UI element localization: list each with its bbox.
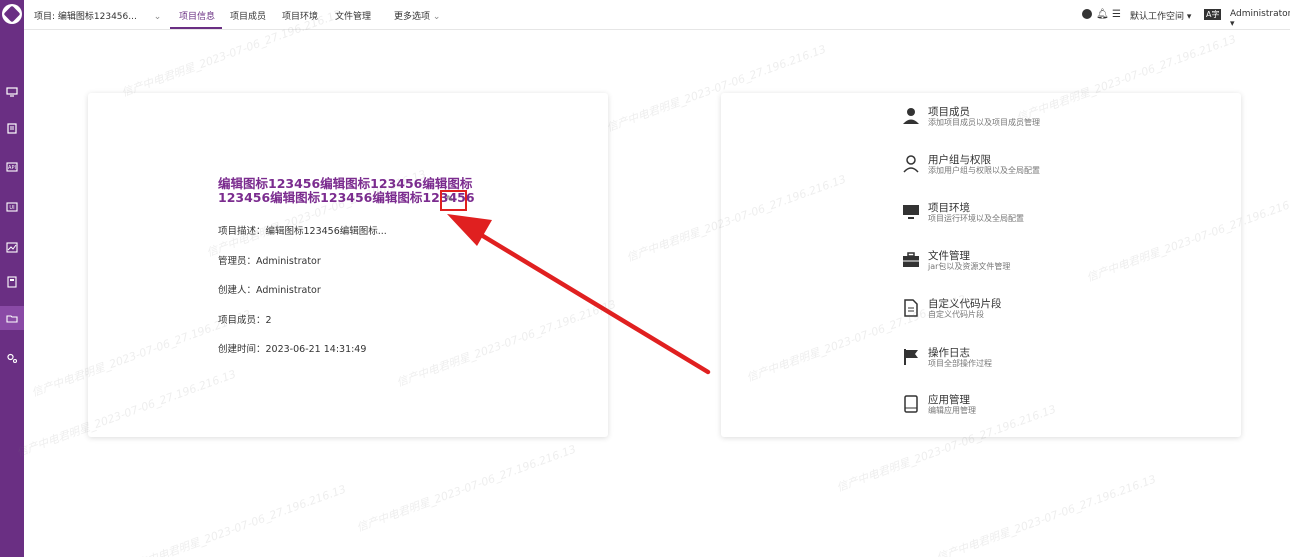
caret-down-icon: ▾ xyxy=(1230,19,1235,29)
active-tab-indicator xyxy=(170,27,222,29)
project-creator: 创建人：Administrator xyxy=(218,285,321,296)
tab-project-members[interactable]: 项目成员 xyxy=(230,9,266,22)
tab-project-info[interactable]: 项目信息 xyxy=(179,9,215,22)
project-icon[interactable] xyxy=(0,306,24,330)
menu-item-desc: 项目全部操作过程 xyxy=(928,359,992,368)
tablet-icon xyxy=(901,394,921,414)
chevron-down-icon: ⌄ xyxy=(153,12,162,22)
language-icon[interactable]: A字 xyxy=(1204,9,1222,20)
watermark: 信产中电君明星_2023-07-06_27.196.216.13 xyxy=(124,482,348,557)
edit-pencil-icon[interactable]: ✎ xyxy=(446,195,454,205)
project-selector-label: 项目: 编辑图标123456... xyxy=(34,12,137,22)
bell-icon[interactable]: 🔔︎ xyxy=(1096,9,1109,20)
settings-icon[interactable] xyxy=(0,346,24,370)
left-sidebar: API UI xyxy=(0,0,24,557)
menu-item-desc: 项目运行环境以及全局配置 xyxy=(928,214,1024,223)
caret-down-icon: ▾ xyxy=(1186,12,1192,22)
tab-more-options-label: 更多选项 xyxy=(394,12,431,22)
api-icon[interactable]: API xyxy=(0,156,24,180)
flag-icon xyxy=(901,347,921,367)
app-logo[interactable] xyxy=(2,4,22,24)
calculator-icon[interactable] xyxy=(0,270,24,294)
top-navbar: 项目: 编辑图标123456... ⌄ 项目信息 项目成员 项目环境 文件管理 … xyxy=(24,0,1290,30)
watermark: 信产中电君明星_2023-07-06_27.196.216.13 xyxy=(354,442,578,535)
chart-icon[interactable] xyxy=(0,236,24,260)
tab-more-options[interactable]: 更多选项 ⌄ xyxy=(394,9,440,22)
project-info-card: 编辑图标123456编辑图标123456编辑图标123456编辑图标123456… xyxy=(88,93,608,437)
ui-icon[interactable]: UI xyxy=(0,196,24,220)
person-icon xyxy=(901,106,921,126)
app-root: API UI 项目: 编辑图标123456... ⌄ 项目信息 项目成员 项目环… xyxy=(0,0,1290,557)
clipboard-icon[interactable] xyxy=(0,116,24,140)
menu-item-desc: 编辑应用管理 xyxy=(928,406,976,415)
monitor-icon[interactable] xyxy=(0,80,24,104)
help-icon[interactable] xyxy=(1082,9,1092,20)
project-selector[interactable]: 项目: 编辑图标123456... ⌄ xyxy=(34,9,161,22)
svg-text:UI: UI xyxy=(9,205,14,211)
menu-item-desc: jar包以及资源文件管理 xyxy=(928,262,1011,271)
workspace-selector[interactable]: 默认工作空间 ▾ xyxy=(1130,9,1191,22)
user-name: Administrator xyxy=(1230,9,1290,19)
project-manager: 管理员：Administrator xyxy=(218,256,321,267)
list-icon[interactable]: ☰ xyxy=(1112,9,1121,20)
project-created-time: 创建时间：2023-06-21 14:31:49 xyxy=(218,344,367,355)
watermark: 信产中电君明星_2023-07-06_27.196.216.13 xyxy=(934,472,1158,557)
person-outline-icon xyxy=(901,154,921,174)
menu-item-desc: 添加用户组与权限以及全局配置 xyxy=(928,166,1040,175)
briefcase-icon xyxy=(901,250,921,270)
chevron-down-icon: ⌄ xyxy=(432,12,441,22)
monitor-icon xyxy=(901,202,921,222)
user-menu[interactable]: Administrator ▾ xyxy=(1230,9,1290,29)
workspace-label: 默认工作空间 xyxy=(1130,12,1185,22)
svg-text:API: API xyxy=(8,165,16,171)
